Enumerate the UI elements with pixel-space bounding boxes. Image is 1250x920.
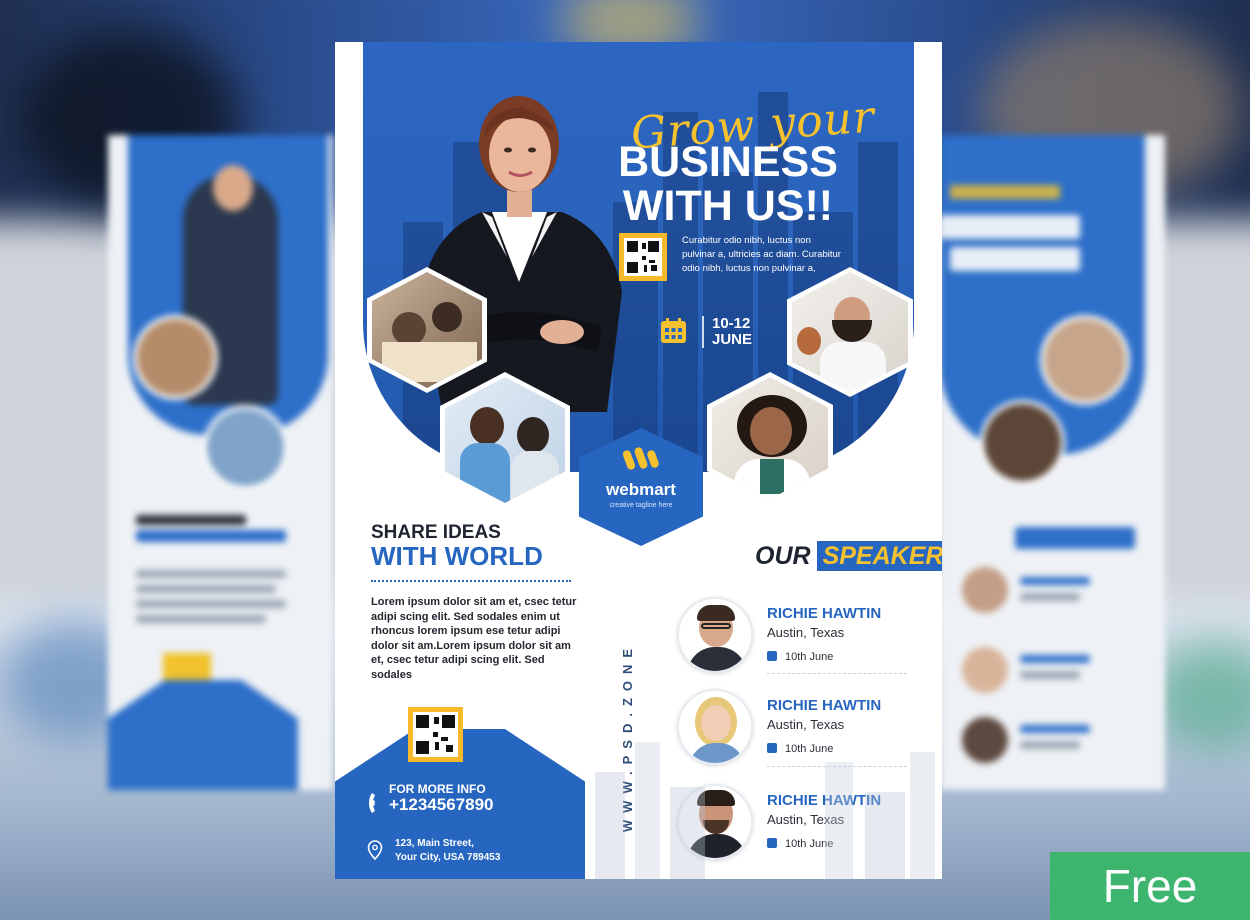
intro-paragraph: Curabitur odio nibh, luctus non pulvinar… [682,235,841,274]
speakers-heading-our: OUR [755,542,811,570]
calendar-icon [767,651,777,661]
speakers-heading: OURSPEAKERS [755,541,942,576]
address-line-1: 123, Main Street, [395,838,474,849]
webmart-logo-icon [623,447,659,470]
speaker-name: RICHIE HAWTIN [767,697,882,714]
body-paragraph: Lorem ipsum dolor sit am et, csec tetur … [371,596,577,681]
logo-name: webmart [606,480,676,499]
event-date: 10-12 JUNE [712,316,752,348]
speaker-date: 10th June [767,651,833,663]
ghost-flyer-right [940,135,1165,790]
speaker-city: Austin, Texas [767,717,845,732]
address-line-2: Your City, USA 789453 [395,852,501,863]
avatar [677,597,753,673]
speaker-city: Austin, Texas [767,625,845,640]
share-heading-line-2: WITH WORLD [371,541,543,571]
faint-city-skyline [595,742,935,879]
calendar-icon [661,318,686,343]
speaker-name: RICHIE HAWTIN [767,605,882,622]
flyer-preview: Grow your BUSINESS WITH US!! Curabitur o… [335,42,942,879]
dotted-divider [371,580,571,582]
qr-code-icon [408,707,463,762]
address: 123, Main Street, Your City, USA 789453 [395,837,500,865]
headline-line-1: BUSINESS [618,138,838,186]
ghost-flyer-left [108,135,333,790]
speaker-card: RICHIE HAWTIN Austin, Texas 10th June [677,597,907,679]
date-separator [702,316,704,348]
event-date-days: 10-12 [712,315,751,332]
headline: BUSINESS WITH US!! [593,140,863,228]
more-info-label: FOR MORE INFO [389,782,486,796]
headline-line-2: WITH US!! [622,182,834,230]
speaker-divider [767,673,907,674]
phone-number: +1234567890 [389,795,494,814]
speaker-date-text: 10th June [785,651,834,663]
free-badge[interactable]: Free [1050,852,1250,920]
event-date-month: JUNE [712,331,753,348]
location-pin-icon [367,840,383,860]
logo-tagline: creative tagline here [609,502,673,509]
qr-code-icon [619,233,667,281]
speakers-heading-speakers: SPEAKERS [816,541,942,571]
phone-icon [369,793,375,813]
